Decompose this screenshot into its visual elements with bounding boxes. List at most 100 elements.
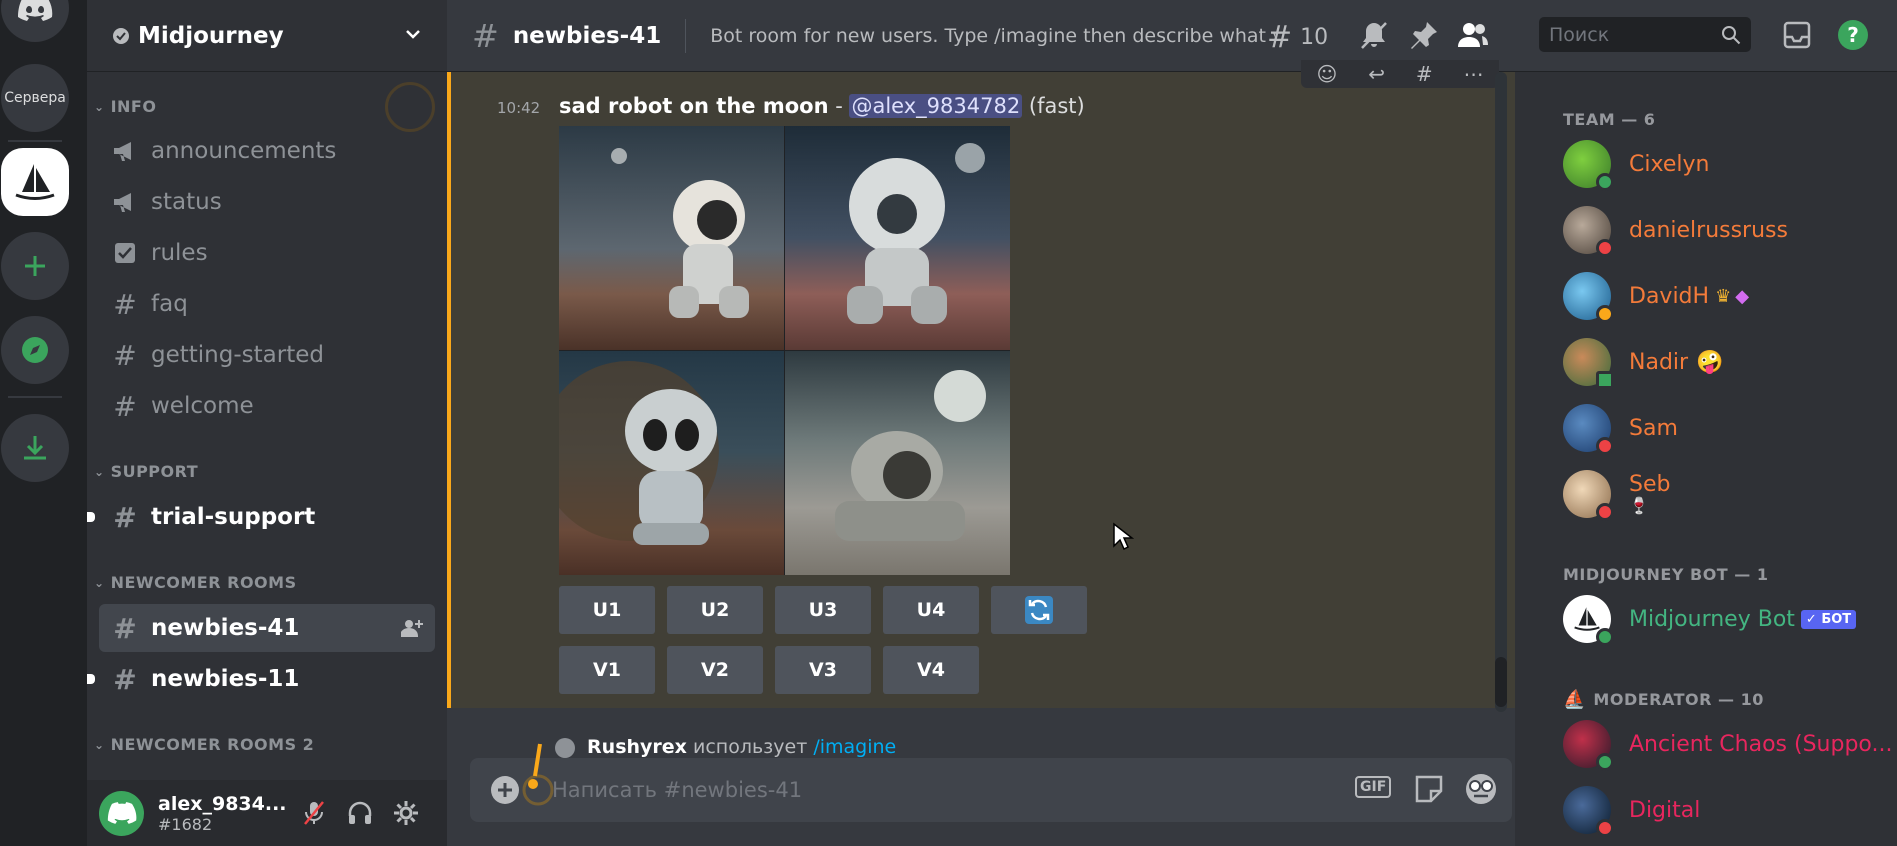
member-item[interactable]: Seb 🍷 bbox=[1563, 466, 1670, 522]
generated-image-2[interactable] bbox=[785, 126, 1010, 350]
emoji-icon[interactable] bbox=[1464, 772, 1498, 806]
reply-icon[interactable]: ↩ bbox=[1368, 62, 1385, 86]
threads-button[interactable]: # 10 bbox=[1267, 20, 1328, 55]
channel-announcements[interactable]: announcements bbox=[99, 127, 435, 175]
user-mention[interactable]: @alex_9834782 bbox=[849, 94, 1023, 118]
variation-button-v4[interactable]: V4 bbox=[883, 646, 979, 694]
svg-text:?: ? bbox=[1847, 23, 1859, 47]
category-newcomer-rooms[interactable]: ⌄ NEWCOMER ROOMS bbox=[94, 573, 297, 592]
add-attachment-icon[interactable] bbox=[490, 775, 520, 805]
member-name: Digital bbox=[1629, 797, 1701, 823]
invite-member-icon[interactable] bbox=[401, 618, 423, 638]
channel-welcome[interactable]: # welcome bbox=[99, 382, 435, 430]
upscale-button-u3[interactable]: U3 bbox=[775, 586, 871, 634]
help-icon[interactable]: ? bbox=[1837, 19, 1869, 51]
search-input[interactable]: Поиск bbox=[1539, 17, 1751, 52]
upscale-button-u4[interactable]: U4 bbox=[883, 586, 979, 634]
member-item[interactable]: Nadir 🤪 bbox=[1563, 334, 1723, 390]
avatar bbox=[1563, 786, 1614, 837]
member-item[interactable]: Sam bbox=[1563, 400, 1678, 456]
image-grid[interactable] bbox=[559, 126, 1010, 575]
create-thread-icon[interactable]: # bbox=[1416, 62, 1433, 86]
channel-rules[interactable]: rules bbox=[99, 229, 435, 277]
download-icon bbox=[24, 436, 46, 460]
more-options-icon[interactable]: ⋯ bbox=[1464, 62, 1484, 86]
category-newcomer-rooms-2[interactable]: ⌄ NEWCOMER ROOMS 2 bbox=[94, 735, 314, 754]
moderator-header: MODERATOR — 10 bbox=[1593, 690, 1764, 709]
headphones-icon[interactable] bbox=[347, 800, 373, 826]
avatar bbox=[1563, 470, 1614, 521]
channel-label: welcome bbox=[151, 393, 254, 419]
reroll-button[interactable] bbox=[991, 586, 1087, 634]
channel-topic[interactable]: Bot room for new users. Type /imagine th… bbox=[710, 25, 1275, 47]
member-item[interactable]: Cixelyn bbox=[1563, 136, 1709, 192]
status-online-icon bbox=[1596, 173, 1614, 191]
variation-button-v3[interactable]: V3 bbox=[775, 646, 871, 694]
unread-indicator bbox=[87, 674, 95, 684]
hashtag-icon: # bbox=[113, 389, 137, 423]
member-item[interactable]: DavidH ♛ ◆ bbox=[1563, 268, 1749, 324]
midjourney-server-button[interactable] bbox=[1, 148, 69, 216]
guild-header[interactable]: Midjourney bbox=[87, 0, 447, 72]
member-item[interactable]: Midjourney Bot ✓ БОТ bbox=[1563, 591, 1857, 647]
inbox-icon[interactable] bbox=[1782, 20, 1812, 50]
member-item[interactable]: Ancient Chaos (Suppo... bbox=[1563, 716, 1892, 772]
status-dnd-icon bbox=[1596, 437, 1614, 455]
add-server-button[interactable] bbox=[1, 232, 69, 300]
member-item[interactable]: Digital bbox=[1563, 782, 1700, 838]
thread-hashtag-icon: # bbox=[113, 611, 137, 645]
user-info[interactable]: alex_9834... #1682 bbox=[158, 793, 287, 834]
member-list-icon[interactable] bbox=[1457, 20, 1489, 50]
sticker-icon[interactable] bbox=[1413, 773, 1445, 805]
variation-button-v1[interactable]: V1 bbox=[559, 646, 655, 694]
category-info-label: INFO bbox=[110, 97, 157, 116]
next-message-author[interactable]: Rushyrex bbox=[587, 736, 687, 758]
typing-cursor-indicator bbox=[522, 743, 554, 806]
channel-trial-support[interactable]: # trial-support bbox=[87, 493, 435, 541]
member-item[interactable]: danielrussruss bbox=[1563, 202, 1788, 258]
upscale-button-u2[interactable]: U2 bbox=[667, 586, 763, 634]
category-support[interactable]: ⌄ SUPPORT bbox=[94, 462, 198, 481]
avatar[interactable] bbox=[99, 790, 144, 836]
next-message-text: использует bbox=[692, 736, 808, 758]
generated-image-4[interactable] bbox=[785, 351, 1010, 575]
channel-faq[interactable]: # faq bbox=[99, 280, 435, 328]
nitro-gem-icon: ◆ bbox=[1735, 285, 1750, 307]
gear-icon[interactable] bbox=[393, 800, 419, 826]
add-reaction-icon[interactable]: ☺ bbox=[1316, 62, 1337, 86]
notification-muted-icon[interactable] bbox=[1359, 20, 1389, 50]
status-mobile-icon bbox=[1596, 371, 1614, 389]
channel-label: status bbox=[151, 189, 222, 215]
discord-home-button[interactable] bbox=[1, 0, 69, 42]
scrollbar-track[interactable] bbox=[1495, 72, 1507, 712]
avatar[interactable] bbox=[555, 737, 575, 758]
member-list: TEAM — 6 Cixelyn danielrussruss DavidH ♛… bbox=[1515, 72, 1897, 846]
emoji-status-icon: 🤪 bbox=[1696, 349, 1724, 375]
servers-folder-button[interactable]: Сервера bbox=[1, 64, 69, 132]
channel-newbies-11[interactable]: # newbies-11 bbox=[87, 655, 435, 703]
avatar bbox=[1563, 140, 1614, 191]
pin-icon[interactable] bbox=[1409, 20, 1439, 50]
channel-label: trial-support bbox=[151, 504, 316, 530]
upscale-button-u1[interactable]: U1 bbox=[559, 586, 655, 634]
channel-getting-started[interactable]: # getting-started bbox=[99, 331, 435, 379]
threads-count: 10 bbox=[1300, 25, 1329, 50]
category-info[interactable]: ⌄ INFO bbox=[94, 97, 156, 116]
variation-button-v2[interactable]: V2 bbox=[667, 646, 763, 694]
gif-button[interactable]: GIF bbox=[1355, 776, 1392, 798]
next-message-command[interactable]: /imagine bbox=[813, 736, 896, 758]
channel-status[interactable]: status bbox=[99, 178, 435, 226]
explore-servers-button[interactable] bbox=[1, 316, 69, 384]
mic-muted-icon[interactable] bbox=[302, 800, 326, 826]
member-name: Cixelyn bbox=[1629, 151, 1710, 177]
download-apps-button[interactable] bbox=[1, 414, 69, 482]
message-actions-bar: ☺ ↩ # ⋯ bbox=[1301, 60, 1499, 88]
generated-image-3[interactable] bbox=[559, 351, 784, 575]
member-name: DavidH bbox=[1629, 283, 1710, 309]
channel-newbies-41[interactable]: # newbies-41 bbox=[99, 604, 435, 652]
scrollbar-thumb[interactable] bbox=[1495, 657, 1507, 707]
message-input[interactable]: Написать #newbies-41 bbox=[552, 778, 802, 802]
generated-image-1[interactable] bbox=[559, 126, 784, 350]
messages-area: ☺ ↩ # ⋯ 10:42 sad robot on the moon - @a… bbox=[447, 60, 1515, 846]
plus-icon bbox=[25, 256, 45, 276]
